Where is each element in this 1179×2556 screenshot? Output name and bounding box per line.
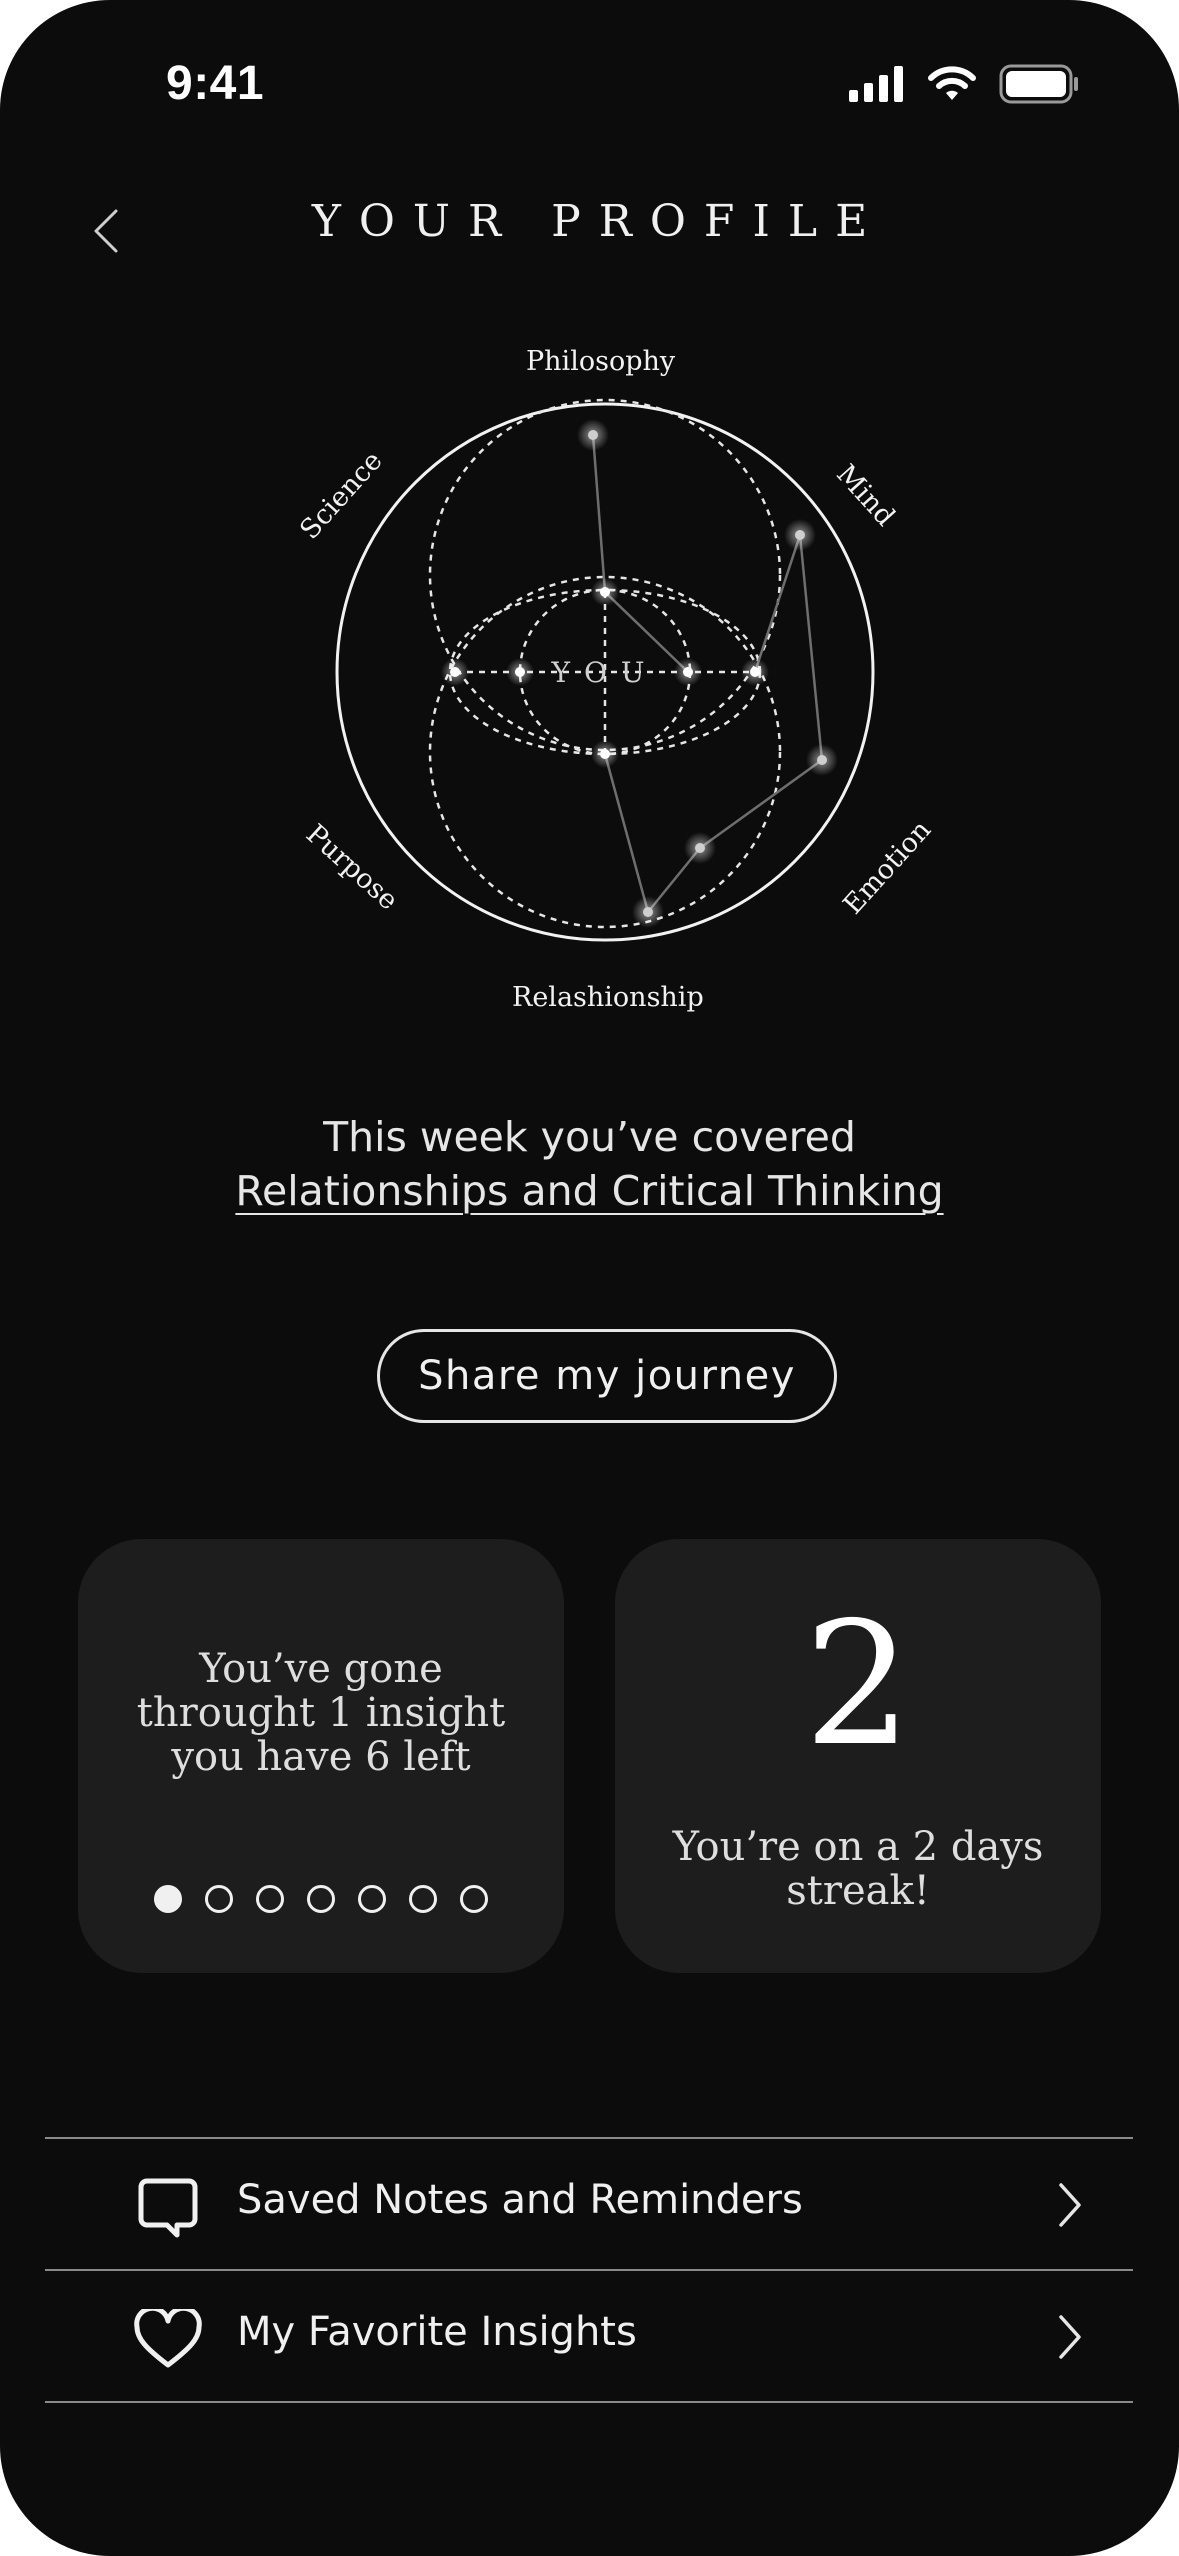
favorite-insights-label: My Favorite Insights <box>237 2309 637 2355</box>
constellation-svg: YOU <box>335 398 875 942</box>
covered-topics-link[interactable]: Relationships and Critical Thinking <box>235 1167 943 1215</box>
streak-number: 2 <box>803 1586 913 1784</box>
progress-dot <box>409 1885 437 1913</box>
progress-dot <box>460 1885 488 1913</box>
progress-dot-filled <box>154 1885 182 1913</box>
share-journey-button[interactable]: Share my journey <box>377 1329 837 1423</box>
heart-icon <box>134 2309 202 2368</box>
insights-progress-card: You’ve gone throught 1 insight you have … <box>78 1539 564 1973</box>
progress-dot <box>358 1885 386 1913</box>
streak-card: 2 You’re on a 2 days streak! <box>615 1539 1101 1973</box>
progress-dot <box>307 1885 335 1913</box>
battery-icon <box>999 64 1078 104</box>
signal-icon <box>849 66 903 102</box>
favorite-insights-row[interactable]: My Favorite Insights <box>45 2271 1133 2401</box>
divider <box>45 2401 1133 2403</box>
progress-dot <box>256 1885 284 1913</box>
status-icons <box>849 64 1079 104</box>
summary-line: This week you’ve covered <box>323 1113 856 1161</box>
label-philosophy: Philosophy <box>526 346 676 377</box>
chevron-right-icon <box>1059 2183 1081 2227</box>
chat-bubble-icon <box>138 2178 198 2238</box>
page-title: YOUR PROFILE <box>311 196 886 247</box>
chevron-right-icon <box>1059 2315 1081 2359</box>
insights-progress-text: You’ve gone throught 1 insight you have … <box>136 1646 506 1780</box>
weekly-summary: This week you’ve covered Relationships a… <box>0 1110 1179 1218</box>
profile-screen: 9:41 YOUR PROFILE YOU Philosophy Mind Em… <box>0 0 1179 2556</box>
saved-notes-row[interactable]: Saved Notes and Reminders <box>45 2139 1133 2269</box>
progress-dot <box>205 1885 233 1913</box>
insights-progress-dots <box>78 1885 564 1913</box>
status-time: 9:41 <box>166 57 265 110</box>
profile-diagram: YOU Philosophy Mind Emotion Relashionshi… <box>230 330 950 1050</box>
streak-text: You’re on a 2 days streak! <box>672 1824 1044 1914</box>
diagram-center-label: YOU <box>550 656 658 689</box>
label-relashionship: Relashionship <box>512 982 704 1013</box>
profile-menu: Saved Notes and Reminders My Favorite In… <box>45 2137 1133 2403</box>
upper-dashed-circle <box>428 398 782 752</box>
saved-notes-label: Saved Notes and Reminders <box>237 2177 803 2223</box>
wifi-icon <box>928 66 976 100</box>
